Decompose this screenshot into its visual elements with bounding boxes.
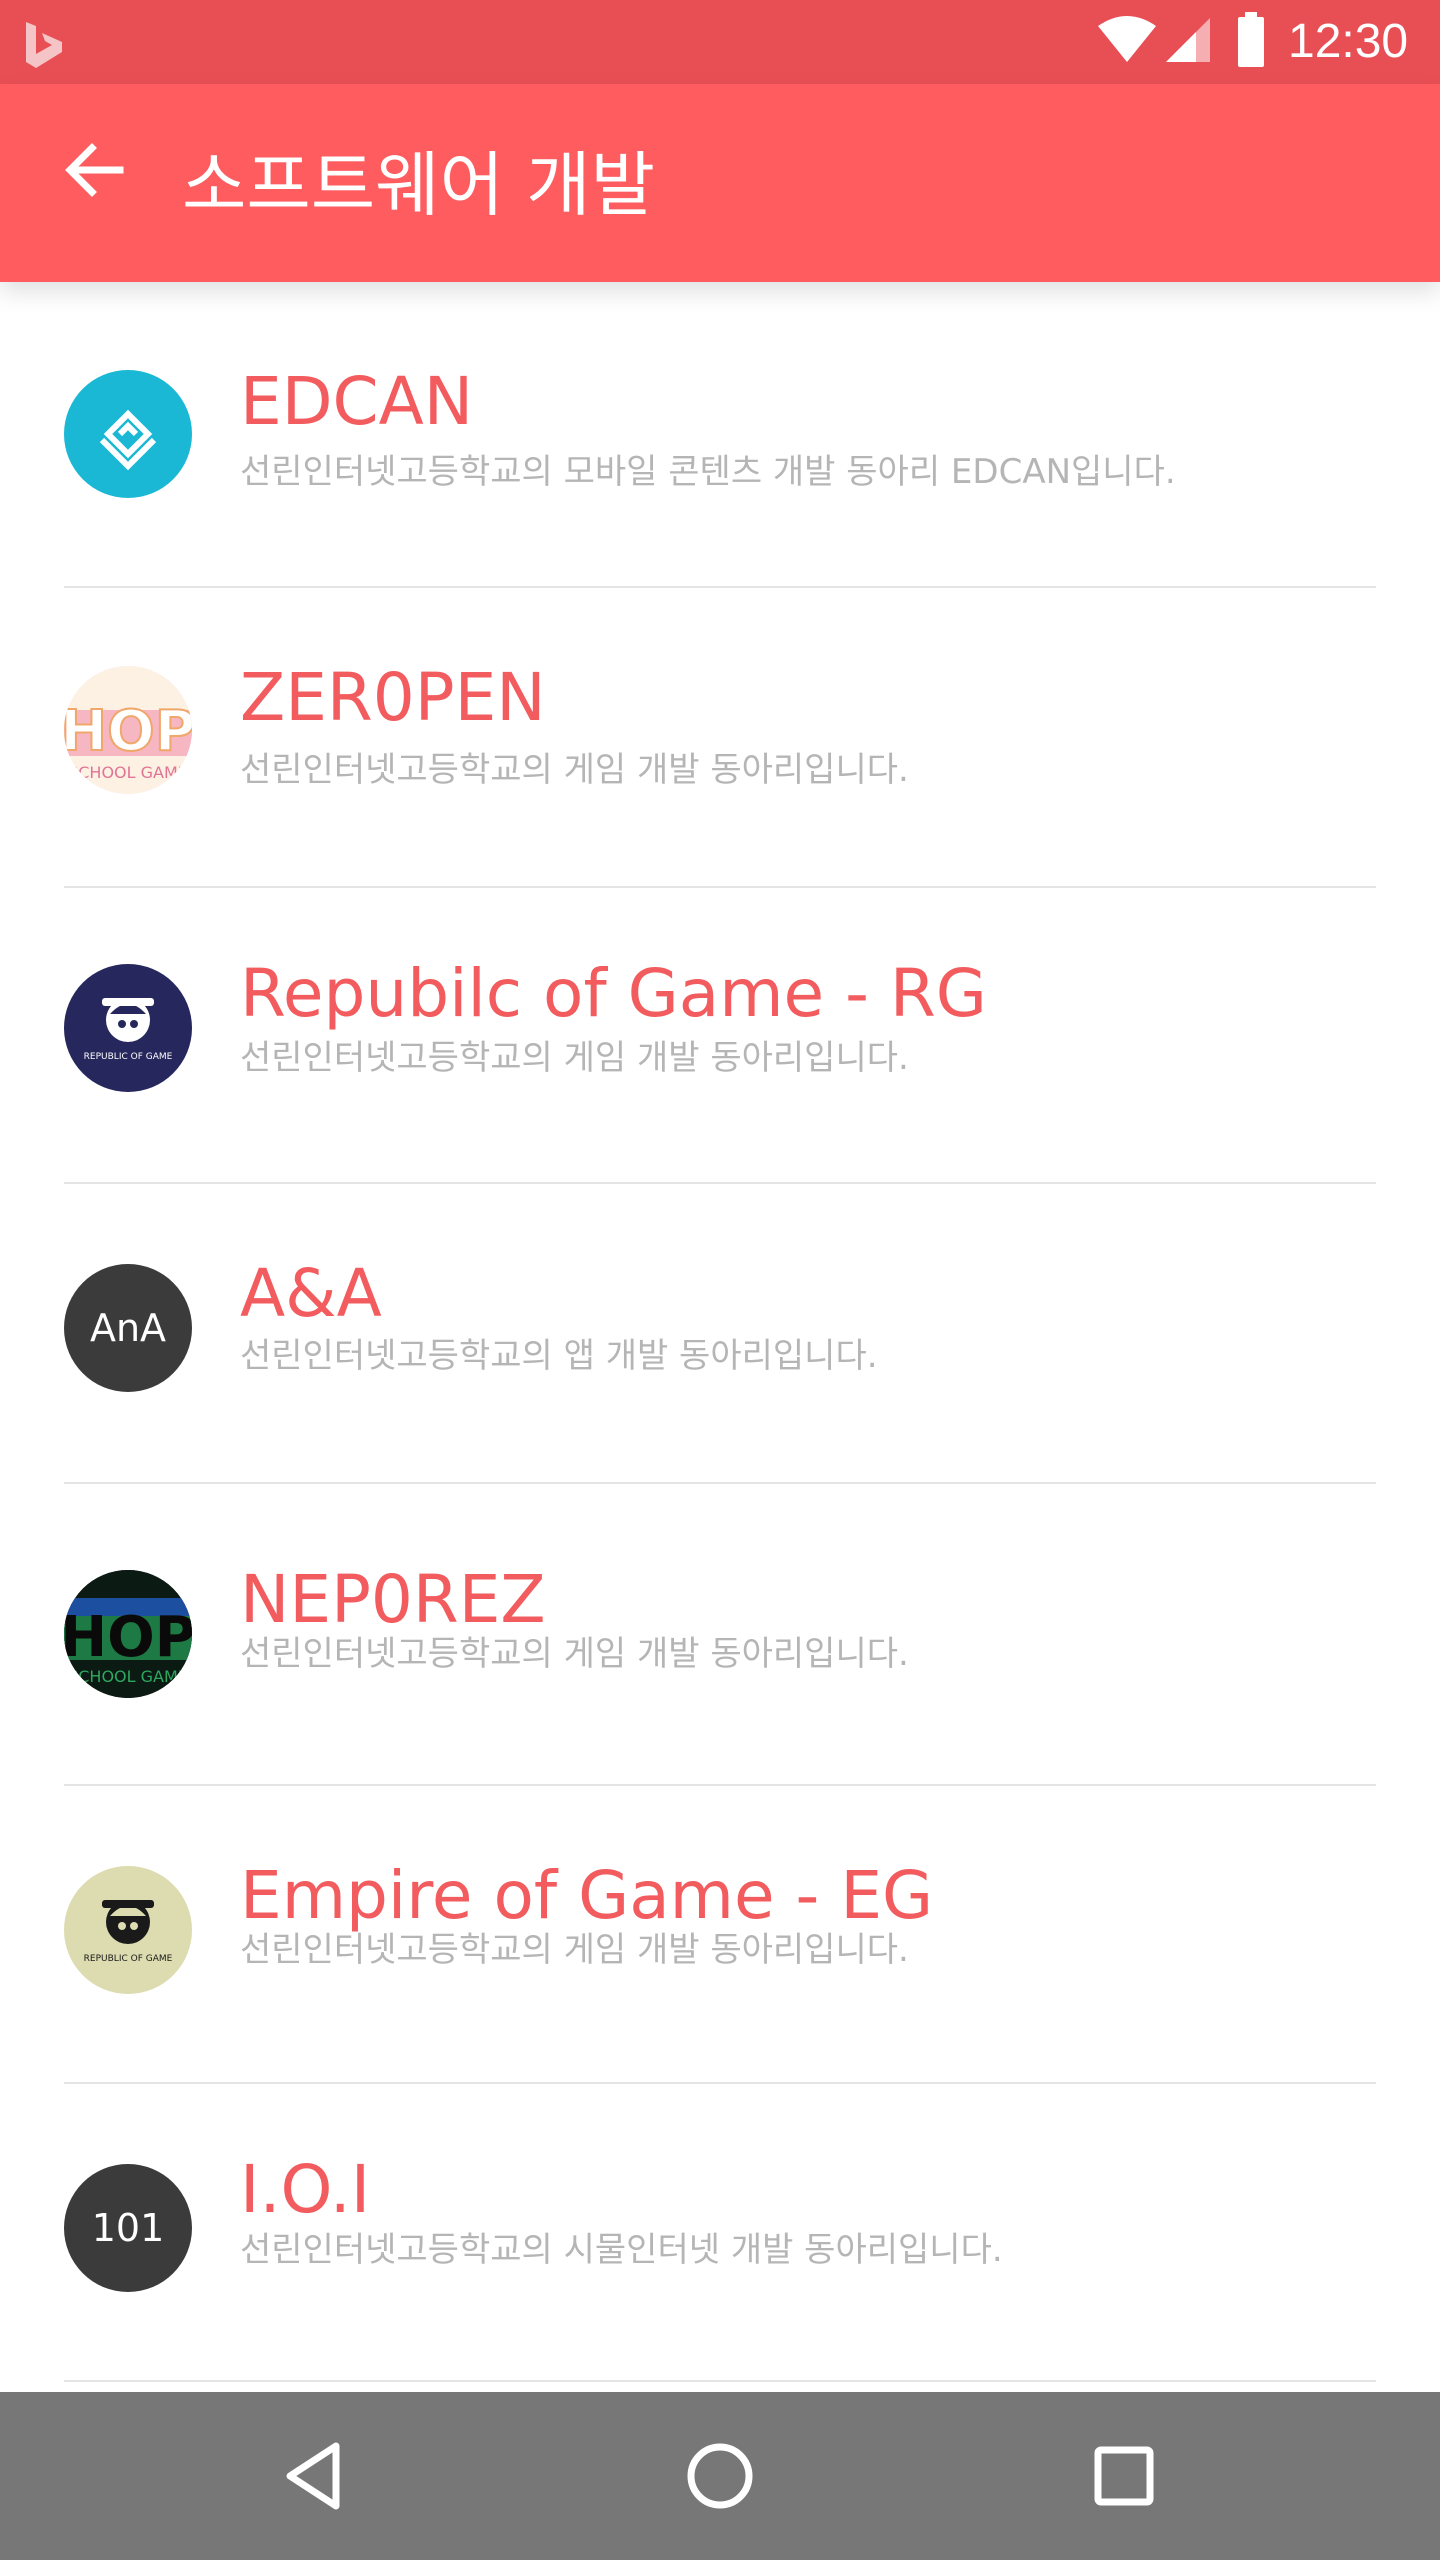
signal-icon [1166, 18, 1210, 62]
avatar-caption: REPUBLIC OF GAME [83, 1052, 173, 1062]
list-item[interactable]: EDCAN 선린인터넷고등학교의 모바일 콘텐츠 개발 동아리 EDCAN입니다… [0, 282, 1440, 582]
avatar-text: AnA [89, 1306, 167, 1350]
home-circle-icon [687, 2443, 753, 2509]
recents-square-icon [1094, 2446, 1154, 2506]
back-button[interactable] [46, 122, 142, 218]
nav-back-button[interactable] [266, 2426, 366, 2526]
hop-school-game-logo: HOP SCHOOL GAME [64, 666, 192, 794]
avatar-text: 101 [91, 2206, 165, 2250]
system-nav-bar [0, 2392, 1440, 2560]
page-title: 소프트웨어 개발 [182, 144, 656, 226]
back-triangle-icon [286, 2442, 340, 2510]
item-title: Empire of Game - EG [240, 1857, 934, 1934]
bing-logo [26, 22, 62, 68]
list-item[interactable]: HOP SCHOOL GAME ZER0PEN 선린인터넷고등학교의 게임 개발… [0, 588, 1440, 888]
wifi-icon [1098, 16, 1156, 62]
edcan-logo [64, 370, 192, 498]
republic-of-game-logo: REPUBLIC OF GAME [64, 964, 192, 1092]
battery-icon [1238, 12, 1264, 67]
list-item[interactable]: 101 I.O.I 선린인터넷고등학교의 시물인터넷 개발 동아리입니다. [0, 2084, 1440, 2384]
item-description: 선린인터넷고등학교의 앱 개발 동아리입니다. [240, 1336, 878, 1376]
divider [64, 2380, 1376, 2382]
svg-text:SCHOOL GAME: SCHOOL GAME [68, 1667, 188, 1686]
arrow-left-icon [65, 143, 124, 197]
hop-school-game-logo-dark: HOP SCHOOL GAME [64, 1570, 192, 1698]
item-description: 선린인터넷고등학교의 모바일 콘텐츠 개발 동아리 EDCAN입니다. [240, 452, 1176, 492]
item-description: 선린인터넷고등학교의 게임 개발 동아리입니다. [240, 1634, 909, 1674]
nav-recents-button[interactable] [1074, 2426, 1174, 2526]
item-description: 선린인터넷고등학교의 게임 개발 동아리입니다. [240, 1930, 909, 1970]
app-bar: 소프트웨어 개발 [0, 84, 1440, 282]
avatar-caption: REPUBLIC OF GAME [83, 1954, 173, 1964]
text-avatar: 101 [64, 2164, 192, 2292]
item-title: A&A [240, 1255, 382, 1332]
item-title: Repubilc of Game - RG [240, 955, 987, 1032]
item-title: ZER0PEN [240, 659, 546, 736]
svg-text:SCHOOL GAME: SCHOOL GAME [68, 763, 188, 782]
list-item[interactable]: HOP SCHOOL GAME NEP0REZ 선린인터넷고등학교의 게임 개발… [0, 1484, 1440, 1784]
list-item[interactable]: REPUBLIC OF GAME Repubilc of Game - RG 선… [0, 888, 1440, 1188]
item-description: 선린인터넷고등학교의 시물인터넷 개발 동아리입니다. [240, 2230, 1003, 2270]
svg-text:HOP: HOP [64, 1605, 192, 1670]
item-title: EDCAN [240, 363, 474, 440]
status-bar: 12:30 [0, 0, 1440, 84]
status-clock: 12:30 [1288, 15, 1409, 68]
text-avatar: AnA [64, 1264, 192, 1392]
svg-text:HOP: HOP [64, 699, 192, 764]
list-item[interactable]: AnA A&A 선린인터넷고등학교의 앱 개발 동아리입니다. [0, 1184, 1440, 1484]
item-title: I.O.I [240, 2151, 371, 2228]
item-title: NEP0REZ [240, 1561, 546, 1638]
republic-of-game-logo-light: REPUBLIC OF GAME [64, 1866, 192, 1994]
item-description: 선린인터넷고등학교의 게임 개발 동아리입니다. [240, 750, 909, 790]
item-description: 선린인터넷고등학교의 게임 개발 동아리입니다. [240, 1038, 909, 1078]
nav-home-button[interactable] [670, 2426, 770, 2526]
list-item[interactable]: REPUBLIC OF GAME Empire of Game - EG 선린인… [0, 1786, 1440, 2086]
